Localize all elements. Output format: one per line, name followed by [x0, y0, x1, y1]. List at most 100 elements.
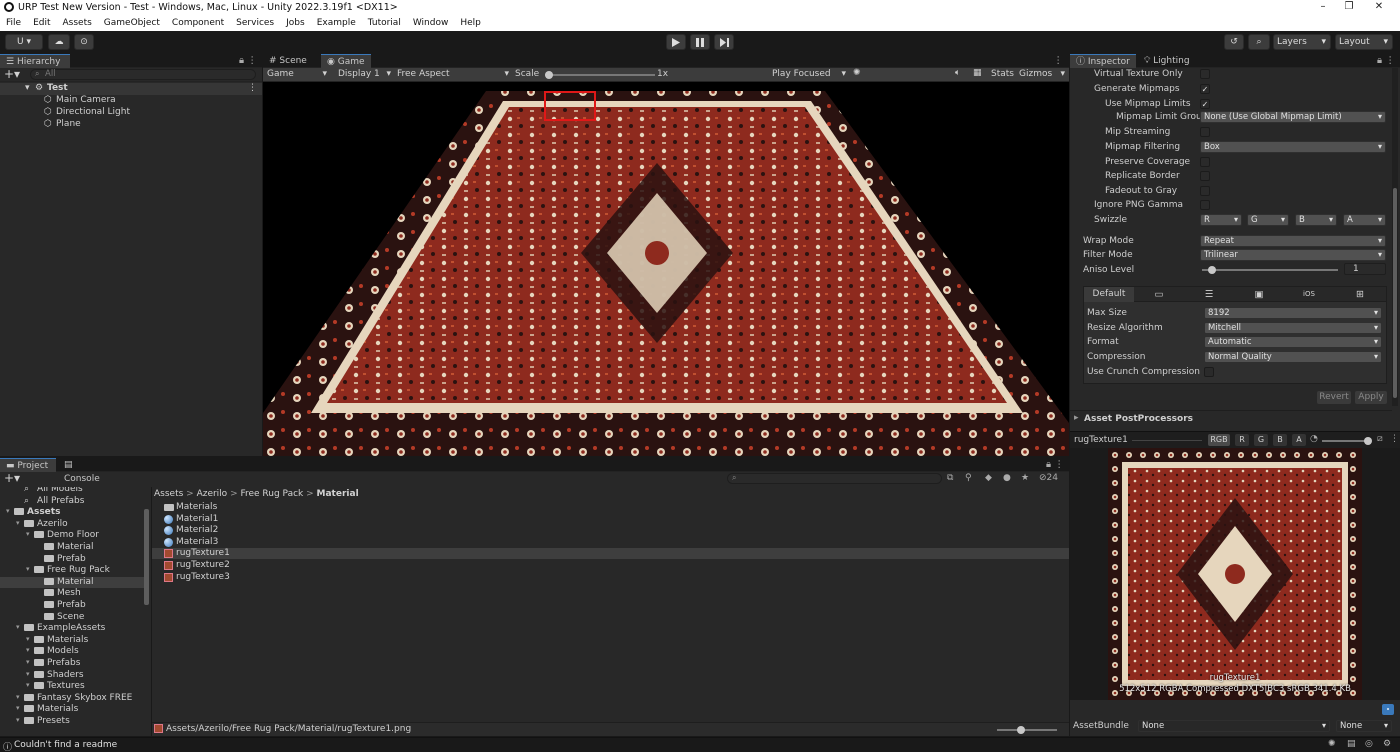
project-tree-item[interactable]: ▾ Shaders: [0, 670, 146, 681]
scene-row[interactable]: ▾ ⚙︎ Test ⋮: [0, 83, 262, 95]
expand-icon[interactable]: ▾: [26, 658, 30, 666]
collab-button[interactable]: ⊙: [74, 34, 94, 50]
resize-algorithm-dropdown[interactable]: Mitchell: [1204, 322, 1382, 334]
tree-scrollbar-thumb[interactable]: [144, 509, 149, 605]
project-tree-item[interactable]: ▾ Prefabs: [0, 658, 146, 669]
expand-icon[interactable]: ▾: [26, 646, 30, 654]
filter-icon[interactable]: ⚲: [965, 473, 972, 483]
expand-icon[interactable]: ▾: [26, 530, 30, 538]
channel-button-b[interactable]: B: [1273, 434, 1287, 446]
more-icon[interactable]: ⋮: [1055, 459, 1065, 470]
hierarchy-item[interactable]: ⬡ Plane: [0, 119, 262, 131]
format-dropdown[interactable]: Automatic: [1204, 336, 1382, 348]
project-search-input[interactable]: ⌕: [727, 473, 942, 484]
mip-slider[interactable]: [1322, 437, 1372, 445]
project-tree-item[interactable]: ▾ Materials: [0, 704, 146, 715]
max-size-dropdown[interactable]: 8192: [1204, 307, 1382, 319]
scrollbar-thumb[interactable]: [1393, 188, 1397, 398]
scene-expand-icon[interactable]: ▾: [25, 83, 30, 93]
add-icon[interactable]: +▾: [4, 68, 20, 81]
replicate-border-checkbox[interactable]: [1200, 171, 1210, 181]
expand-icon[interactable]: ▾: [26, 565, 30, 573]
more-icon[interactable]: ⋮: [1054, 55, 1064, 66]
project-tree-item[interactable]: ▾ Fantasy Skybox FREE: [0, 693, 146, 704]
filter-mode-dropdown[interactable]: Trilinear: [1200, 249, 1386, 261]
platform-tab-server[interactable]: ☰: [1184, 287, 1234, 302]
close-button[interactable]: ✕: [1366, 1, 1392, 15]
breadcrumb-item[interactable]: Assets: [154, 489, 183, 499]
more-icon[interactable]: ⋮: [1390, 434, 1399, 444]
layout-dropdown[interactable]: Layout ▾: [1335, 34, 1393, 50]
play-focused-dropdown[interactable]: Play Focused ▾: [770, 69, 848, 81]
project-tree-item[interactable]: ▾ Assets: [0, 507, 146, 518]
swizzle-r-dropdown[interactable]: R: [1200, 214, 1242, 226]
platform-tab-standalone[interactable]: ▭: [1134, 287, 1184, 302]
menu-services[interactable]: Services: [236, 16, 274, 31]
breadcrumb-item[interactable]: Azerilo: [197, 489, 228, 499]
tab-game[interactable]: ◉ Game: [321, 54, 371, 68]
inspector-row-checkbox[interactable]: ✓: [1200, 99, 1210, 109]
lock-icon[interactable]: 🔒︎: [1046, 459, 1051, 470]
menu-file[interactable]: File: [6, 16, 21, 31]
scene-menu-icon[interactable]: ⋮: [248, 83, 257, 93]
expand-icon[interactable]: ▾: [16, 716, 20, 724]
platform-tab-ios[interactable]: iOS: [1284, 287, 1334, 302]
project-tree-item[interactable]: Material: [0, 542, 146, 553]
project-tree-item[interactable]: Material: [0, 576, 146, 588]
stats-button[interactable]: Stats: [991, 69, 1014, 79]
tab-inspector[interactable]: ⓘ Inspector: [1070, 54, 1136, 68]
assetbundle-variant-dropdown[interactable]: None: [1336, 720, 1392, 732]
bug-icon[interactable]: ✺: [853, 68, 861, 78]
search-by-type-icon[interactable]: ⧉: [947, 473, 953, 483]
status-message[interactable]: Couldn't find a readme: [14, 740, 117, 750]
channel-button-rgb[interactable]: RGB: [1208, 434, 1230, 446]
project-tree-item[interactable]: ⌕ All Models: [0, 487, 146, 495]
grid-icon[interactable]: ▦: [973, 68, 982, 78]
pause-button[interactable]: [690, 34, 710, 50]
channel-button-g[interactable]: G: [1254, 434, 1268, 446]
settings-icon[interactable]: ⚙: [1383, 739, 1391, 749]
platform-tab-windows[interactable]: ⊞: [1334, 287, 1386, 302]
tab-lighting[interactable]: 💡︎ Lighting: [1138, 54, 1198, 68]
assetbundle-dropdown[interactable]: None: [1138, 720, 1330, 732]
project-tree-item[interactable]: ⌕ All Prefabs: [0, 496, 146, 507]
expand-icon[interactable]: ▾: [16, 704, 20, 712]
menu-edit[interactable]: Edit: [33, 16, 50, 31]
platform-tab-default[interactable]: Default: [1084, 287, 1134, 302]
cloud-button[interactable]: ☁: [48, 34, 70, 50]
file-item[interactable]: rugTexture1: [152, 548, 1069, 560]
apply-button[interactable]: Apply: [1355, 391, 1387, 404]
aniso-slider[interactable]: [1202, 266, 1338, 274]
file-item[interactable]: Material3: [152, 537, 1069, 548]
postprocessors-foldout[interactable]: ▸ Asset PostProcessors: [1070, 410, 1392, 426]
platform-tab-android[interactable]: ▣: [1234, 287, 1284, 302]
inspector-row-checkbox[interactable]: ✓: [1200, 84, 1210, 94]
hierarchy-item[interactable]: ⬡ Directional Light: [0, 107, 262, 119]
label-icon[interactable]: ◆: [985, 473, 992, 483]
project-tree-item[interactable]: ▾ ExampleAssets: [0, 623, 146, 634]
account-button[interactable]: U ▾: [5, 34, 43, 50]
more-icon[interactable]: ⋮: [248, 55, 258, 66]
aspect-dropdown[interactable]: Free Aspect ▾: [395, 69, 511, 81]
tag-icon[interactable]: ⬩: [1382, 704, 1394, 715]
ignore-png-gamma-checkbox[interactable]: [1200, 200, 1210, 210]
expand-icon[interactable]: ▾: [6, 507, 10, 515]
tab-hierarchy[interactable]: ☰ Hierarchy: [0, 54, 70, 68]
crunch-compression-checkbox[interactable]: [1204, 367, 1214, 377]
hidden-count[interactable]: ⊘24: [1039, 473, 1058, 483]
file-item[interactable]: rugTexture2: [152, 560, 1069, 571]
project-tree-item[interactable]: Prefab: [0, 600, 146, 611]
layers-dropdown[interactable]: Layers ▾: [1273, 34, 1331, 50]
breadcrumb-item[interactable]: Material: [317, 489, 359, 499]
minimize-button[interactable]: –: [1310, 1, 1336, 15]
maximize-button[interactable]: ❐: [1336, 1, 1362, 15]
expand-icon[interactable]: ▾: [26, 670, 30, 678]
project-tree-item[interactable]: Scene: [0, 612, 146, 623]
icon-size-slider[interactable]: [997, 726, 1057, 734]
gizmos-dropdown[interactable]: Gizmos ▾: [1019, 69, 1067, 81]
mipmap-filtering-dropdown[interactable]: Box: [1200, 141, 1386, 153]
file-item[interactable]: rugTexture3: [152, 572, 1069, 583]
scale-slider-handle[interactable]: [545, 71, 553, 79]
project-tree-item[interactable]: ▾ Demo Floor: [0, 530, 146, 541]
project-tree-item[interactable]: ▾ Models: [0, 646, 146, 657]
